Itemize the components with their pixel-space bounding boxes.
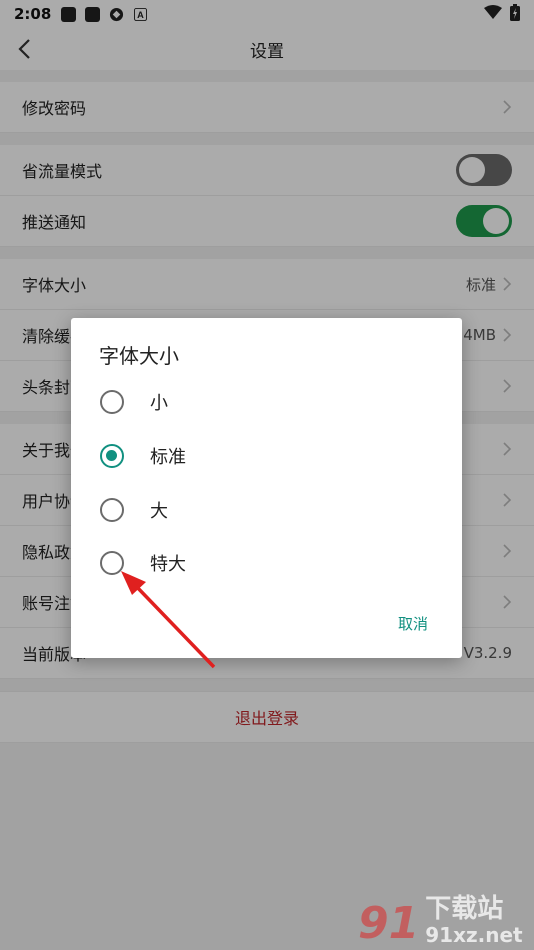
option-label: 标准: [150, 447, 186, 468]
watermark-cn: 下载站: [425, 894, 504, 925]
radio-button[interactable]: [100, 390, 124, 414]
option-label: 小: [150, 393, 168, 414]
option-label: 大: [150, 501, 168, 522]
radio-button[interactable]: [100, 498, 124, 522]
watermark-en: 91xz.net: [425, 923, 523, 947]
radio-button-checked[interactable]: [100, 444, 124, 468]
option-label: 特大: [150, 554, 186, 575]
watermark-mark: 91: [358, 898, 420, 949]
font-option-standard[interactable]: 标准: [97, 434, 437, 478]
dialog-title: 字体大小: [99, 344, 179, 368]
font-option-extra-large[interactable]: 特大: [97, 541, 437, 585]
radio-button[interactable]: [100, 551, 124, 575]
cancel-button[interactable]: 取消: [398, 613, 428, 634]
font-size-dialog: 字体大小 小 标准 大 特大 取消: [71, 318, 462, 658]
watermark-logo: 91 下载站 91xz.net: [358, 882, 528, 946]
font-option-large[interactable]: 大: [97, 488, 437, 532]
font-option-small[interactable]: 小: [97, 380, 437, 424]
